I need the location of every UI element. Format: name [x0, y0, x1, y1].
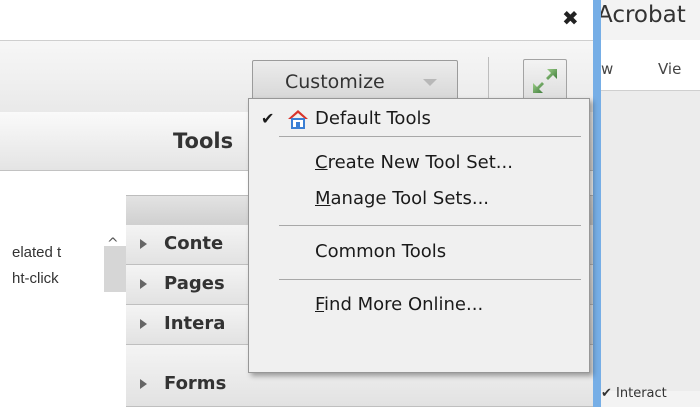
menu-item-view[interactable]: Vie	[658, 60, 681, 78]
menu-item-default-tools[interactable]: ✔ Default Tools	[249, 102, 589, 138]
expand-button[interactable]	[523, 59, 567, 103]
home-icon	[287, 108, 309, 135]
menu-item-label: reate New Tool Set...	[327, 152, 513, 173]
expand-triangle-icon	[140, 319, 147, 329]
mnemonic: C	[315, 152, 328, 173]
customize-label: Customize	[285, 71, 385, 93]
close-icon[interactable]: ✖	[562, 6, 579, 30]
customize-button[interactable]: Customize	[252, 60, 458, 103]
menu-item-create-new-tool-set[interactable]: Create New Tool Set...	[249, 146, 589, 182]
section-label: Forms	[164, 373, 227, 394]
menu-item-label: anage Tool Sets...	[330, 188, 490, 209]
expand-arrows-icon	[533, 69, 557, 93]
expand-triangle-icon	[140, 239, 147, 249]
mnemonic: F	[315, 294, 325, 315]
section-label: Conte	[164, 233, 224, 254]
acrobat-title: Acrobat	[601, 2, 686, 28]
window-border	[593, 0, 601, 407]
menu-item-manage-tool-sets[interactable]: Manage Tool Sets...	[249, 182, 589, 218]
mnemonic: M	[315, 188, 331, 209]
panel-top-strip: ✖	[0, 0, 593, 40]
acrobat-content	[601, 90, 700, 391]
menu-separator	[279, 225, 581, 226]
menu-item-common-tools[interactable]: Common Tools	[249, 235, 589, 271]
menu-item-window[interactable]: w	[601, 60, 613, 78]
acrobat-interactive-item[interactable]: ✔ Interact	[601, 386, 667, 401]
menu-separator	[279, 136, 581, 137]
info-text-line-1: elated t	[12, 244, 62, 261]
expand-triangle-icon	[140, 379, 147, 389]
menu-item-find-more-online[interactable]: Find More Online...	[249, 288, 589, 324]
section-label: Intera	[164, 313, 226, 334]
tools-title[interactable]: Tools	[173, 129, 233, 153]
customize-dropdown-menu: ✔ Default Tools Create New Tool Set... M…	[248, 98, 590, 373]
menu-item-label: ind More Online...	[324, 294, 484, 315]
menu-item-label: Common Tools	[315, 241, 447, 262]
checkmark-icon: ✔	[261, 109, 275, 128]
info-text-line-2: ht-click	[12, 270, 59, 287]
menu-separator	[279, 279, 581, 280]
menu-item-label: Default Tools	[315, 108, 431, 129]
expand-triangle-icon	[140, 279, 147, 289]
acrobat-menubar: w Vie	[601, 40, 700, 90]
scrollbar-thumb[interactable]	[104, 246, 126, 292]
section-label: Pages	[164, 273, 225, 294]
acrobat-window: Acrobat w Vie ✔ Interact	[601, 0, 700, 407]
chevron-down-icon	[423, 79, 437, 86]
